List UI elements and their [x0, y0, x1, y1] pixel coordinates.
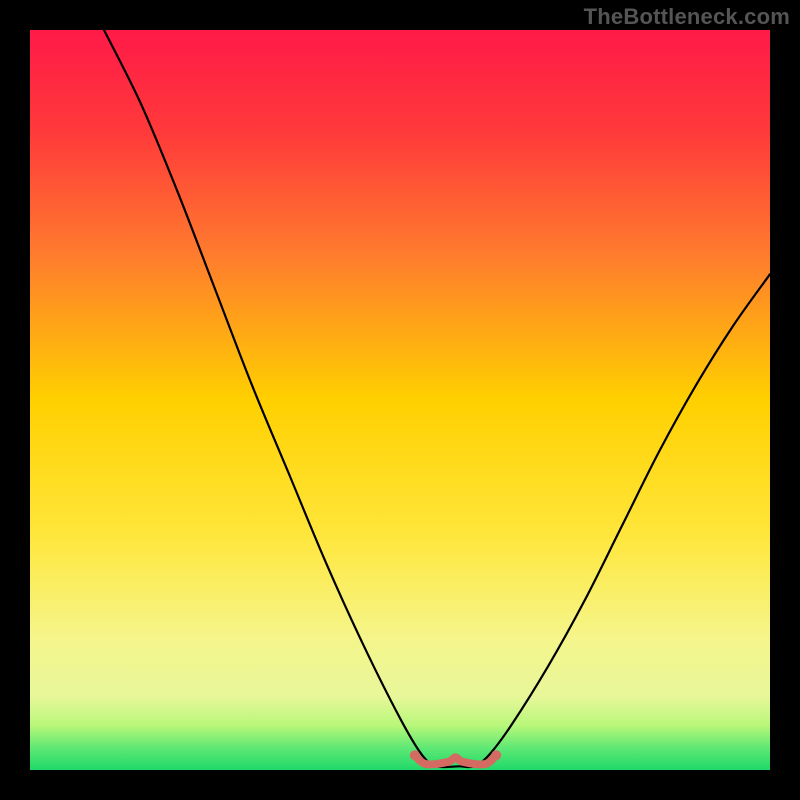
bottleneck-curve [104, 30, 770, 767]
optimal-range-end-dot [491, 750, 501, 760]
plot-area [30, 30, 770, 770]
optimal-range-start-dot [410, 750, 420, 760]
watermark-text: TheBottleneck.com [584, 4, 790, 30]
chart-frame: TheBottleneck.com [0, 0, 800, 800]
curve-layer [30, 30, 770, 770]
